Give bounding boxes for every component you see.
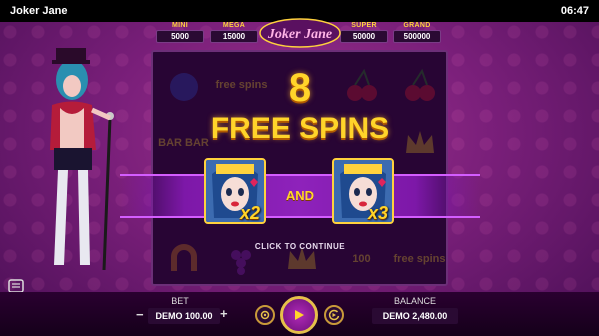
- jane-character-illustration: [50, 48, 114, 271]
- jackpot-mega: MEGA 15000: [210, 22, 258, 43]
- jane-portrait-left: x2: [204, 158, 266, 224]
- jackpot-name: GRAND: [403, 22, 431, 29]
- jane-portrait-right: x3: [332, 158, 394, 224]
- balance-label: BALANCE: [393, 296, 437, 306]
- jackpot-value: 5000: [156, 30, 204, 43]
- bet-label: BET: [171, 296, 189, 306]
- logo-text: Joker Jane: [267, 27, 332, 42]
- clock: 06:47: [560, 5, 589, 17]
- settings-button[interactable]: [255, 305, 275, 325]
- jackpot-value: 15000: [210, 30, 258, 43]
- autoplay-icon: [328, 309, 340, 321]
- free-spins-label: FREE SPINS: [210, 112, 390, 145]
- gear-icon: [260, 310, 270, 320]
- jackpot-grand: GRAND 500000: [393, 22, 441, 43]
- jackpot-super: SUPER 50000: [340, 22, 388, 43]
- bet-increase-button[interactable]: +: [220, 306, 228, 321]
- balance-value: DEMO 2,480.00: [372, 308, 458, 324]
- jackpot-name: MINI: [172, 22, 188, 29]
- free-spins-count: 8: [288, 66, 312, 110]
- jackpot-name: MEGA: [222, 22, 246, 29]
- game-logo: Joker Jane: [259, 18, 341, 48]
- play-icon: [295, 310, 304, 320]
- spin-button[interactable]: [280, 296, 318, 334]
- multiplier-right: x3: [367, 203, 388, 223]
- click-to-continue[interactable]: CLICK TO CONTINUE: [230, 242, 370, 251]
- jackpot-value: 50000: [340, 30, 388, 43]
- jackpot-mini: MINI 5000: [156, 22, 204, 43]
- multiplier-left: x2: [239, 203, 260, 223]
- and-label: AND: [285, 188, 315, 203]
- jackpot-name: SUPER: [351, 22, 377, 29]
- game-title: Joker Jane: [10, 5, 68, 17]
- jackpot-value: 500000: [393, 30, 441, 43]
- autoplay-button[interactable]: [324, 305, 344, 325]
- bet-decrease-button[interactable]: −: [136, 307, 144, 322]
- paytable-icon[interactable]: [8, 279, 24, 293]
- bet-value: DEMO 100.00: [148, 308, 220, 324]
